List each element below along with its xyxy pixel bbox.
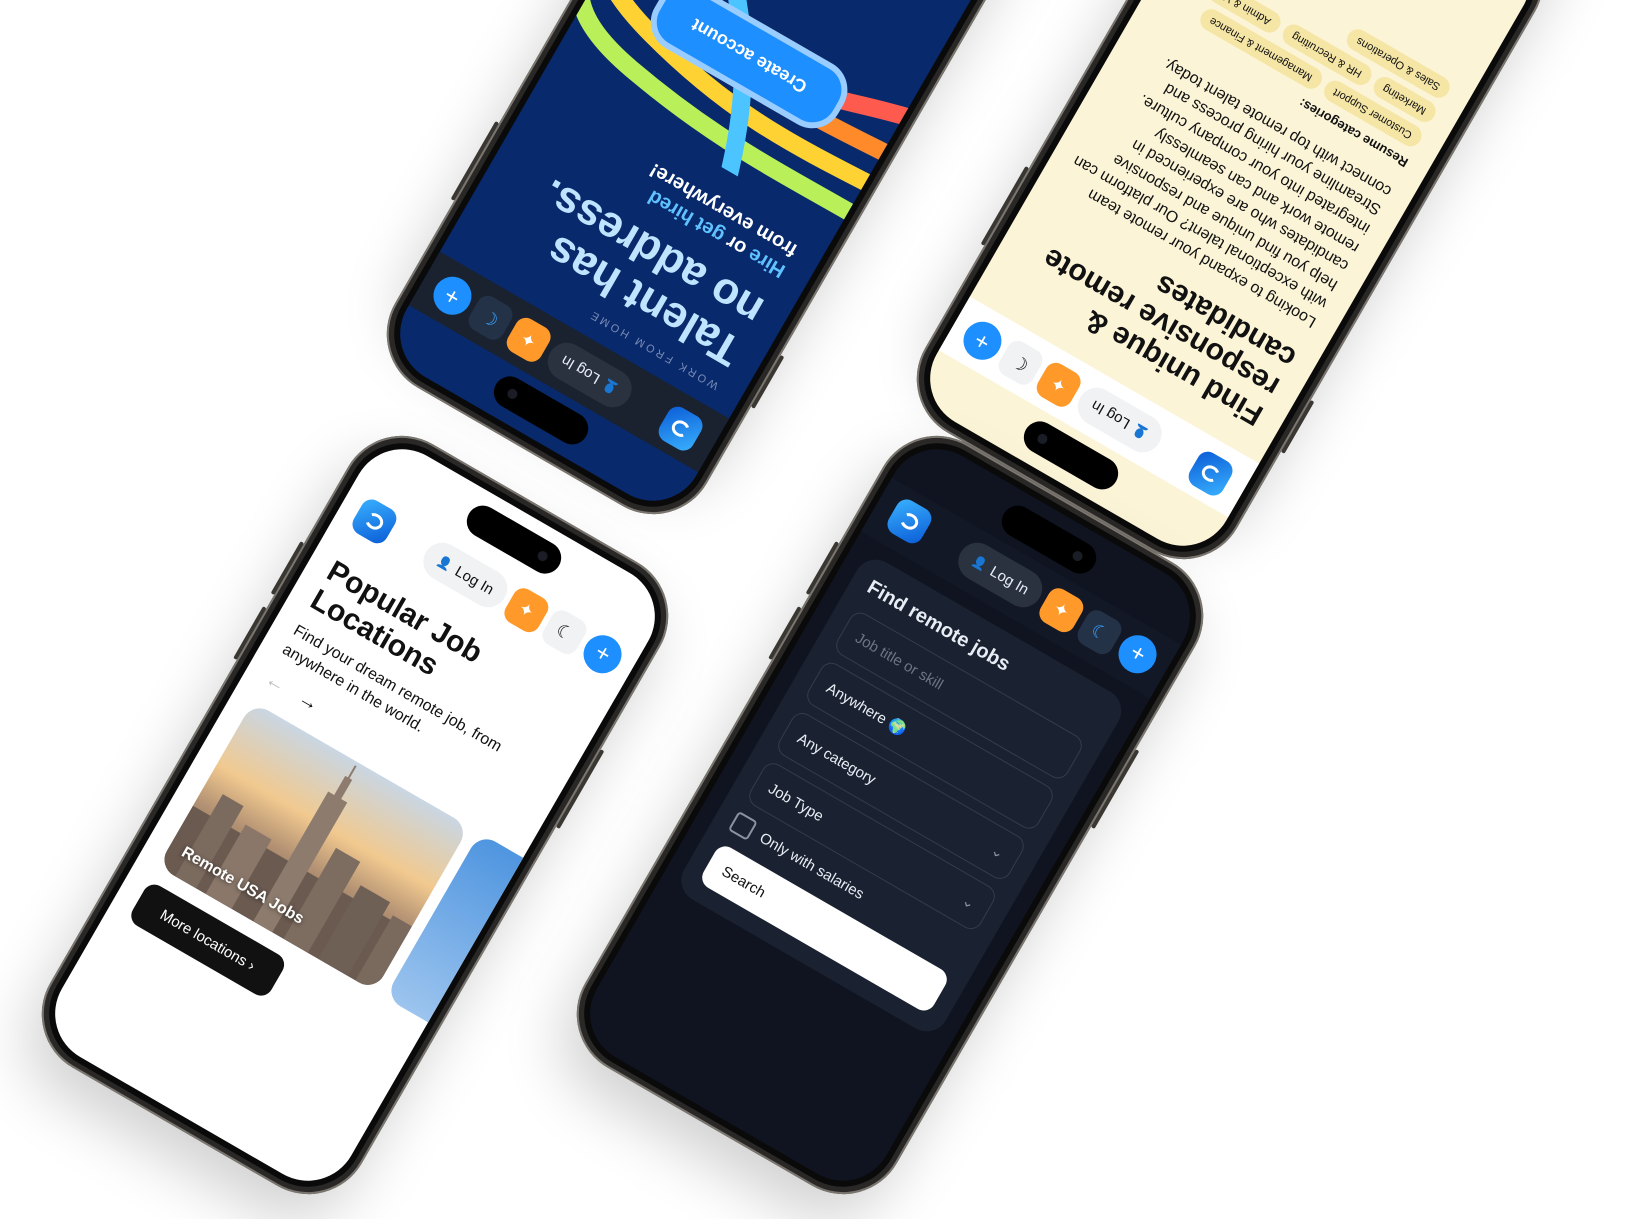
- star-icon: ✦: [1046, 372, 1070, 398]
- plus-icon: +: [1124, 638, 1151, 669]
- user-icon: 👤: [434, 553, 455, 573]
- user-icon: 👤: [600, 377, 621, 397]
- arrow-right-icon[interactable]: →: [294, 687, 322, 717]
- search-button-label: Search: [718, 862, 769, 902]
- chevron-down-icon: ⌄: [987, 841, 1008, 863]
- category-value: Any category: [794, 729, 879, 789]
- plus-icon: +: [439, 281, 466, 312]
- login-label: Log In: [987, 562, 1032, 599]
- logo-icon[interactable]: [1184, 447, 1237, 500]
- moon-icon: ☾: [1087, 619, 1112, 645]
- more-locations-label: More locations ›: [157, 906, 259, 975]
- salary-checkbox[interactable]: [727, 810, 758, 841]
- logo-icon[interactable]: [654, 402, 707, 455]
- screen-search: 👤 Log In ✦ ☾ + Find remote jobs Job title…: [571, 430, 1209, 1200]
- user-icon: 👤: [969, 553, 990, 573]
- add-button[interactable]: +: [576, 628, 629, 681]
- login-label: Log In: [558, 351, 603, 388]
- arrow-left-icon[interactable]: ←: [261, 668, 289, 698]
- star-icon: ✦: [1050, 597, 1074, 623]
- moon-icon: ☾: [478, 305, 503, 331]
- plus-icon: +: [969, 326, 996, 357]
- login-label: Log In: [1088, 396, 1133, 433]
- star-icon: ✦: [515, 597, 539, 623]
- phone-locations: 👤 Log In ✦ ☾ + Popular Job Locations Find…: [19, 413, 691, 1217]
- login-label: Log In: [452, 562, 497, 599]
- logo-icon[interactable]: [348, 495, 401, 548]
- add-button[interactable]: +: [1111, 628, 1164, 681]
- logo-icon[interactable]: [883, 495, 936, 548]
- job-type-value: Job Type: [765, 779, 827, 825]
- user-icon: 👤: [1130, 422, 1151, 442]
- chevron-down-icon: ⌄: [958, 891, 979, 913]
- star-icon: ✦: [516, 327, 540, 353]
- moon-icon: ☾: [552, 619, 577, 645]
- moon-icon: ☾: [1008, 350, 1033, 376]
- screen-locations: 👤 Log In ✦ ☾ + Popular Job Locations Find…: [36, 430, 674, 1200]
- plus-icon: +: [589, 638, 616, 669]
